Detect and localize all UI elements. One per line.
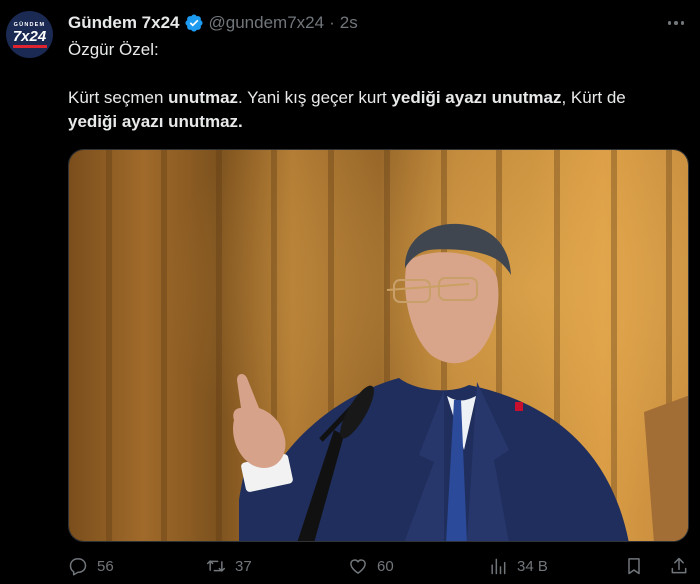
share-icon [671,557,687,574]
avatar[interactable]: GÜNDEM 7x24 [6,11,53,58]
retweet-count: 37 [235,557,252,575]
like-count: 60 [377,557,394,575]
verified-badge-icon[interactable] [184,13,204,33]
tweet-text-bold: yediği ayazı unutmaz [391,88,562,107]
tweet-text-line: yediği ayazı unutmaz. [68,110,688,134]
tweet-actions: 56 37 60 34 B [68,556,693,580]
tweet-header: Gündem 7x24 @gundem7x24 · 2s [68,12,358,34]
reply-icon [69,558,87,576]
tweet-text-bold: unutmaz [168,88,239,107]
tweet-text-line [68,62,688,86]
tweet-text-segment: . Yani kış geçer kurt [238,88,392,107]
retweet-icon [206,560,226,572]
tweet-text-segment: Özgür Özel: [68,40,159,59]
avatar-top-text: GÜNDEM [13,21,46,28]
tweet-text-line: Özgür Özel: [68,38,688,62]
tweet-text-segment: Kürt seçmen [68,88,169,107]
tweet-text-segment: , Kürt de [561,88,626,107]
share-button[interactable] [669,556,689,576]
avatar-main-text: 7x24 [12,27,47,45]
bookmark-icon [628,558,640,575]
tweet-text-bold: yediği ayazı unutmaz [68,112,239,131]
tweet-text: Özgür Özel: Kürt seçmen unutmaz. Yani kış… [68,38,688,134]
speaker-photo [69,150,688,541]
tweet-text-line: Kürt seçmen unutmaz. Yani kış geçer kurt… [68,86,688,110]
views-count: 34 B [517,557,548,575]
bookmark-button[interactable] [624,556,644,576]
tweet-image[interactable] [68,149,689,542]
views-icon [491,558,506,575]
separator-dot: · [329,13,335,32]
avatar-stripe [12,44,47,48]
tweet-timestamp[interactable]: 2s [340,13,358,33]
views-button[interactable]: 34 B [488,556,548,576]
like-icon [350,559,366,574]
more-icon[interactable] [660,12,692,34]
tweet-text-bold: . [238,112,243,131]
author-name[interactable]: Gündem 7x24 [68,13,180,33]
reply-count: 56 [97,557,114,575]
author-handle[interactable]: @gundem7x24 [209,13,325,33]
retweet-button[interactable]: 37 [206,556,252,576]
reply-button[interactable]: 56 [68,556,114,576]
like-button[interactable]: 60 [348,556,394,576]
